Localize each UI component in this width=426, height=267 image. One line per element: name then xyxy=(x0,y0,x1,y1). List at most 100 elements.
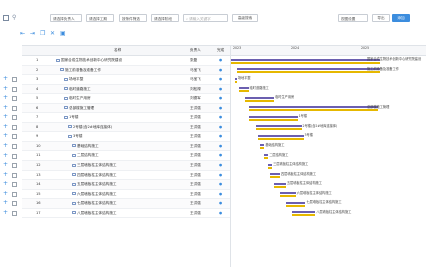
table-row[interactable]: 16 七层墙板柱主体结构施工 王洪强 ● xyxy=(22,199,230,209)
add-subtask-icon[interactable]: + xyxy=(3,190,8,196)
task-name[interactable]: 2号楼(含2#地库连接体) xyxy=(68,123,186,132)
gantt-bar-actual[interactable] xyxy=(285,204,306,207)
add-subtask-icon[interactable]: + xyxy=(3,104,8,110)
advanced-search-button[interactable]: 高级搜索 xyxy=(232,14,258,22)
gantt-bar-actual[interactable] xyxy=(236,71,380,74)
task-name[interactable]: 总部楼施工管理 xyxy=(64,104,186,113)
gantt-bar-actual[interactable] xyxy=(264,157,269,159)
task-name[interactable]: 施工前准备及准备工作 xyxy=(60,66,186,75)
flag-column-header[interactable]: 完成 xyxy=(217,46,224,55)
row-checkbox[interactable] xyxy=(12,86,17,92)
add-subtask-icon[interactable]: + xyxy=(3,171,8,177)
gantt-bar-actual[interactable] xyxy=(291,214,316,217)
gantt-bar-plan[interactable] xyxy=(280,192,296,195)
outdent-icon[interactable]: ⇥ xyxy=(30,31,35,37)
table-row[interactable]: 1 国家合成生物技术创新中心研究院建设 张磊 ● xyxy=(22,56,230,66)
table-row[interactable]: 8 2号楼(含2#地库连接体) 王洪强 ● xyxy=(22,122,230,133)
table-row[interactable]: 6 总部楼施工管理 王洪强 ● xyxy=(22,103,230,114)
row-checkbox[interactable] xyxy=(12,201,17,207)
condition-filter[interactable]: 按条件筛选 xyxy=(119,14,147,22)
task-name[interactable]: 场地平整 xyxy=(64,75,186,84)
gantt-bar-actual[interactable] xyxy=(256,128,302,131)
gantt-bar-plan[interactable] xyxy=(260,144,265,147)
search-input[interactable]: ⌕ 请输入关键字 xyxy=(183,14,228,22)
task-name[interactable]: 四层墙板柱主体结构施工 xyxy=(72,171,186,180)
grid-icon[interactable] xyxy=(3,15,9,21)
add-subtask-icon[interactable]: + xyxy=(3,95,8,101)
gantt-bar-actual[interactable] xyxy=(238,90,249,93)
table-row[interactable]: 12 三层墙板柱主体结构施工 王洪强 ● xyxy=(22,161,230,171)
table-row[interactable]: 11 二层结构施工 王洪强 ● xyxy=(22,151,230,162)
table-row[interactable]: 7 1号楼 王洪强 ● xyxy=(22,113,230,123)
table-row[interactable]: 10 基础结构施工 王洪强 ● xyxy=(22,141,230,152)
gantt-bar-actual[interactable] xyxy=(248,118,298,121)
row-checkbox[interactable] xyxy=(12,77,17,83)
add-subtask-icon[interactable]: + xyxy=(3,85,8,91)
task-name[interactable]: 五层墙板柱主体结构施工 xyxy=(72,180,186,189)
table-row[interactable]: 17 八层墙板柱主体结构施工 王洪强 ● xyxy=(22,209,230,219)
table-row[interactable]: 13 四层墙板柱主体结构施工 王洪强 ● xyxy=(22,171,230,181)
add-subtask-icon[interactable]: + xyxy=(3,123,8,129)
table-row[interactable]: 3 场地平整 马宝飞 ● xyxy=(22,75,230,85)
task-name[interactable]: 二层结构施工 xyxy=(72,151,186,160)
gantt-bar-plan[interactable] xyxy=(234,77,237,80)
row-checkbox[interactable] xyxy=(12,191,17,197)
gantt-bar-plan[interactable] xyxy=(244,96,275,99)
owner-column-header[interactable]: 负责人 xyxy=(190,46,201,55)
gantt-bar-plan[interactable] xyxy=(268,163,273,166)
copy-icon[interactable]: ❐ xyxy=(40,31,45,37)
gantt-bar-plan[interactable] xyxy=(285,201,306,204)
gantt-bar-plan[interactable] xyxy=(256,125,302,128)
gantt-bar-plan[interactable] xyxy=(291,211,316,214)
filter-icon[interactable]: ⚲ xyxy=(12,15,18,21)
task-name[interactable]: 1号楼 xyxy=(64,113,186,122)
row-checkbox[interactable] xyxy=(12,172,17,178)
view-settings-select[interactable]: 视图设置 xyxy=(338,14,368,22)
name-column-header[interactable]: 名称 xyxy=(114,46,121,55)
gantt-bar-actual[interactable] xyxy=(244,99,275,102)
gantt-bar-plan[interactable] xyxy=(274,182,286,185)
task-name[interactable]: 七层墙板柱主体结构施工 xyxy=(72,199,186,208)
gantt-bar-actual[interactable] xyxy=(274,185,286,188)
table-row[interactable]: 15 六层墙板柱主体结构施工 王洪强 ● xyxy=(22,190,230,200)
row-checkbox[interactable] xyxy=(12,143,17,149)
gantt-bar-actual[interactable] xyxy=(248,109,378,112)
add-button[interactable]: 添加 xyxy=(392,14,410,22)
add-subtask-icon[interactable]: + xyxy=(3,133,8,139)
row-checkbox[interactable] xyxy=(12,182,17,188)
delete-icon[interactable]: ✕ xyxy=(50,31,55,37)
gantt-bar-actual[interactable] xyxy=(258,137,304,140)
add-subtask-icon[interactable]: + xyxy=(3,162,8,168)
gantt-bar-plan[interactable] xyxy=(258,134,304,137)
task-name[interactable]: 临时道路施工 xyxy=(64,85,186,94)
gantt-bar-plan[interactable] xyxy=(238,87,249,90)
row-checkbox[interactable] xyxy=(12,105,17,111)
gantt-bar-plan[interactable] xyxy=(248,106,378,109)
add-subtask-icon[interactable]: + xyxy=(3,76,8,82)
gantt-bar-plan[interactable] xyxy=(248,115,298,118)
gantt-bar-actual[interactable] xyxy=(231,61,380,64)
indent-icon[interactable]: ⇤ xyxy=(20,31,25,37)
gantt-bar-plan[interactable] xyxy=(231,58,380,61)
table-row[interactable]: 5 临时生产用房 刘德军 ● xyxy=(22,94,230,104)
table-row[interactable]: 2 施工前准备及准备工作 马宝飞 ● xyxy=(22,65,230,76)
add-subtask-icon[interactable]: + xyxy=(3,200,8,206)
task-name[interactable]: 八层墙板柱主体结构施工 xyxy=(72,209,186,218)
gantt-bar-actual[interactable] xyxy=(260,147,265,150)
task-name[interactable]: 临时生产用房 xyxy=(64,94,186,103)
row-checkbox[interactable] xyxy=(12,210,17,216)
save-icon[interactable]: ▣ xyxy=(60,31,66,37)
add-subtask-icon[interactable]: + xyxy=(3,209,8,215)
task-name[interactable]: 国家合成生物技术创新中心研究院建设 xyxy=(56,56,186,65)
add-subtask-icon[interactable]: + xyxy=(3,152,8,158)
gantt-bar-actual[interactable] xyxy=(280,195,296,198)
row-checkbox[interactable] xyxy=(12,124,17,130)
owner-filter[interactable]: 请选择负责人 xyxy=(50,14,82,22)
table-row[interactable]: 9 3号楼 王洪强 ● xyxy=(22,132,230,142)
row-checkbox[interactable] xyxy=(12,134,17,140)
task-name[interactable]: 三层墙板柱主体结构施工 xyxy=(72,161,186,170)
table-row[interactable]: 14 五层墙板柱主体结构施工 王洪强 ● xyxy=(22,180,230,190)
gantt-bar-actual[interactable] xyxy=(234,80,237,83)
export-button[interactable]: 导出 xyxy=(372,14,390,22)
gantt-bar-plan[interactable] xyxy=(264,154,269,156)
